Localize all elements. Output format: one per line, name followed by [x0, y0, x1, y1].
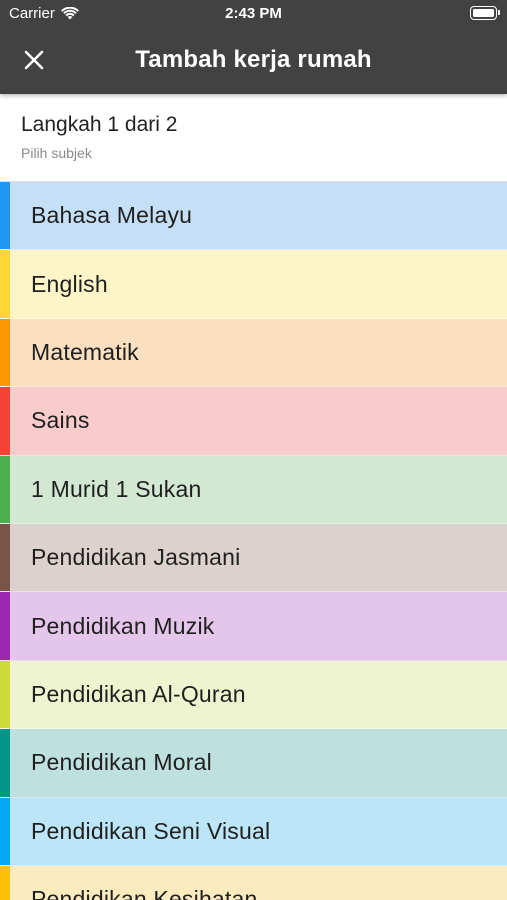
top-bar: Carrier 2:43 PM Tambah kerja rumah	[0, 0, 507, 94]
step-subtitle: Pilih subjek	[21, 145, 92, 161]
subject-item[interactable]: Sains	[0, 387, 507, 456]
step-header: Langkah 1 dari 2 Pilih subjek	[0, 94, 507, 182]
subject-label: Pendidikan Moral	[31, 749, 212, 776]
app-bar: Tambah kerja rumah	[0, 28, 507, 94]
subject-item[interactable]: 1 Murid 1 Sukan	[0, 455, 507, 524]
subject-item[interactable]: Matematik	[0, 318, 507, 388]
subject-color-stripe	[0, 523, 10, 592]
page-title: Tambah kerja rumah	[135, 46, 372, 73]
step-title: Langkah 1 dari 2	[21, 113, 178, 136]
screen: Carrier 2:43 PM Tambah kerja rumah Langk…	[0, 0, 507, 900]
subject-label: Bahasa Melayu	[31, 202, 193, 229]
subject-color-stripe	[0, 318, 10, 387]
subject-color-stripe	[0, 660, 10, 729]
subject-color-stripe	[0, 387, 10, 455]
subject-item[interactable]: Pendidikan Moral	[0, 729, 507, 798]
subject-item[interactable]: Pendidikan Muzik	[0, 592, 507, 661]
subject-item[interactable]: Bahasa Melayu	[0, 182, 507, 251]
status-time: 2:43 PM	[225, 5, 282, 22]
subject-list: Bahasa Melayu English Matematik Sains 1 …	[0, 182, 507, 900]
status-bar: Carrier 2:43 PM	[0, 0, 507, 28]
battery-icon	[470, 6, 500, 20]
subject-color-stripe	[0, 865, 10, 900]
subject-color-stripe	[0, 592, 10, 660]
subject-item[interactable]: Pendidikan Jasmani	[0, 523, 507, 593]
subject-label: Pendidikan Kesihatan	[31, 886, 258, 900]
subject-label: English	[31, 270, 108, 297]
subject-color-stripe	[0, 797, 10, 865]
subject-color-stripe	[0, 250, 10, 318]
subject-item[interactable]: English	[0, 250, 507, 319]
subject-label: Pendidikan Seni Visual	[31, 817, 271, 844]
subject-label: 1 Murid 1 Sukan	[31, 475, 202, 502]
subject-color-stripe	[0, 182, 10, 250]
subject-label: Pendidikan Muzik	[31, 612, 215, 639]
subject-label: Pendidikan Al-Quran	[31, 680, 246, 707]
subject-label: Pendidikan Jasmani	[31, 544, 241, 571]
subject-item[interactable]: Pendidikan Seni Visual	[0, 797, 507, 866]
subject-item[interactable]: Pendidikan Al-Quran	[0, 660, 507, 730]
subject-label: Matematik	[31, 338, 139, 365]
subject-color-stripe	[0, 729, 10, 797]
subject-item[interactable]: Pendidikan Kesihatan	[0, 865, 507, 900]
subject-color-stripe	[0, 455, 10, 523]
subject-label: Sains	[31, 407, 90, 434]
